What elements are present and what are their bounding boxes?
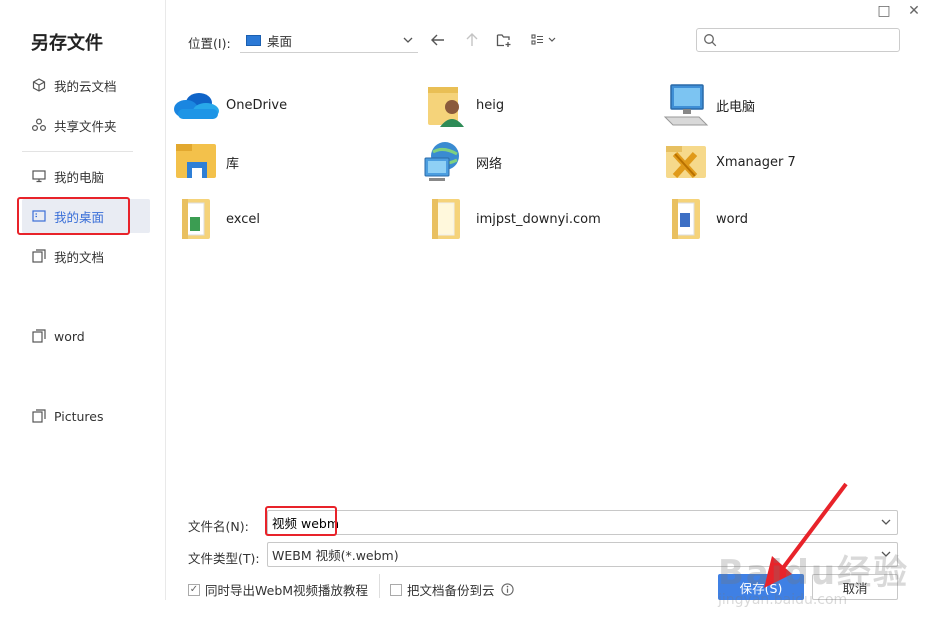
sidebar-item-shared-folder[interactable]: 共享文件夹 — [22, 108, 150, 142]
file-name: word — [716, 211, 748, 227]
file-item-library[interactable]: 库 — [172, 137, 239, 187]
computer-icon — [32, 169, 46, 183]
file-item-heig[interactable]: heig — [422, 80, 504, 130]
file-item-excel[interactable]: excel — [172, 194, 260, 244]
network-icon — [422, 138, 470, 186]
sidebar-item-pictures[interactable]: Pictures — [22, 399, 150, 433]
shared-folder-icon — [32, 118, 46, 132]
file-item-imjpst[interactable]: imjpst_downyi.com — [422, 194, 601, 244]
sidebar-item-label: word — [54, 328, 85, 344]
filetype-label: 文件类型(T): — [188, 551, 260, 566]
back-button[interactable] — [428, 30, 448, 50]
folder-icon — [422, 195, 470, 243]
file-name: excel — [226, 211, 260, 227]
sidebar: 另存文件 我的云文档 共享文件夹 我的电脑 我的桌面 我的文档 word Pic… — [0, 0, 166, 600]
file-name: heig — [476, 97, 505, 113]
chevron-down-icon — [880, 548, 892, 563]
new-folder-icon — [496, 34, 511, 47]
sidebar-item-cloud-docs[interactable]: 我的云文档 — [22, 68, 150, 102]
sidebar-item-my-desktop[interactable]: 我的桌面 — [22, 199, 150, 233]
filetype-value: WEBM 视频(*.webm) — [272, 548, 399, 563]
file-item-this-pc[interactable]: 此电脑 — [662, 80, 755, 130]
up-button[interactable] — [462, 30, 482, 50]
file-item-xmanager[interactable]: Xmanager 7 — [662, 137, 796, 187]
backup-cloud-label: 把文档备份到云 — [407, 583, 495, 598]
sidebar-item-word[interactable]: word — [22, 319, 150, 353]
folder-icon — [32, 329, 46, 343]
search-box[interactable] — [696, 28, 900, 52]
filename-input[interactable] — [272, 515, 572, 530]
sidebar-item-label: 共享文件夹 — [54, 118, 117, 134]
file-name: 库 — [226, 156, 240, 172]
sidebar-item-label: 我的文档 — [54, 249, 105, 265]
check-icon[interactable]: ✓ — [188, 583, 200, 596]
file-item-word[interactable]: word — [662, 194, 748, 244]
file-name: Xmanager 7 — [716, 154, 796, 170]
user-folder-icon — [422, 81, 470, 129]
arrow-left-icon — [431, 34, 444, 46]
folder-icon — [172, 195, 220, 243]
this-pc-icon — [662, 81, 710, 129]
file-item-network[interactable]: 网络 — [422, 137, 502, 187]
chevron-down-icon — [402, 34, 414, 49]
file-name: imjpst_downyi.com — [476, 211, 601, 227]
location-dropdown[interactable]: 桌面 — [240, 29, 418, 53]
export-tutorial-checkbox[interactable]: ✓ 同时导出WebM视频播放教程 — [188, 580, 368, 599]
checkbox-box[interactable] — [390, 583, 402, 596]
sidebar-item-label: 我的桌面 — [54, 209, 105, 225]
filename-label: 文件名(N): — [188, 519, 249, 534]
export-tutorial-label: 同时导出WebM视频播放教程 — [205, 583, 369, 598]
maximize-button[interactable]: □ — [876, 3, 892, 19]
list-view-icon — [531, 34, 556, 45]
annotation-arrow — [764, 482, 848, 588]
toolbar: 位置(I): 桌面 — [188, 26, 900, 56]
file-name: 此电脑 — [716, 99, 756, 115]
folder-icon — [662, 195, 710, 243]
sidebar-item-my-documents[interactable]: 我的文档 — [22, 239, 150, 273]
dialog-title: 另存文件 — [31, 33, 103, 54]
file-name: 网络 — [476, 156, 503, 172]
search-icon — [704, 34, 717, 47]
close-button[interactable]: ✕ — [906, 3, 922, 19]
folder-icon — [32, 409, 46, 423]
xmanager-icon — [662, 138, 710, 186]
desktop-icon — [32, 209, 46, 223]
location-label: 位置(I): — [188, 36, 231, 51]
file-name: OneDrive — [226, 97, 288, 113]
desktop-icon — [246, 35, 261, 46]
sidebar-item-my-computer[interactable]: 我的电脑 — [22, 159, 150, 193]
view-mode-button[interactable] — [528, 30, 562, 50]
sidebar-item-label: 我的电脑 — [54, 169, 105, 185]
documents-icon — [32, 249, 46, 263]
sidebar-item-label: Pictures — [54, 408, 104, 424]
sidebar-divider — [22, 151, 133, 152]
new-folder-button[interactable] — [494, 30, 514, 50]
location-value: 桌面 — [267, 34, 293, 49]
chevron-down-icon[interactable] — [880, 516, 892, 531]
cloud-doc-icon — [32, 78, 46, 92]
library-icon — [172, 138, 220, 186]
onedrive-icon — [172, 81, 220, 129]
info-icon[interactable] — [500, 583, 514, 596]
arrow-up-icon — [466, 33, 478, 46]
backup-cloud-checkbox[interactable]: 把文档备份到云 — [390, 580, 514, 599]
file-item-onedrive[interactable]: OneDrive — [172, 80, 287, 130]
divider — [379, 574, 380, 598]
window-controls: □ ✕ — [876, 3, 922, 19]
sidebar-item-label: 我的云文档 — [54, 78, 117, 94]
search-input[interactable] — [723, 33, 899, 47]
